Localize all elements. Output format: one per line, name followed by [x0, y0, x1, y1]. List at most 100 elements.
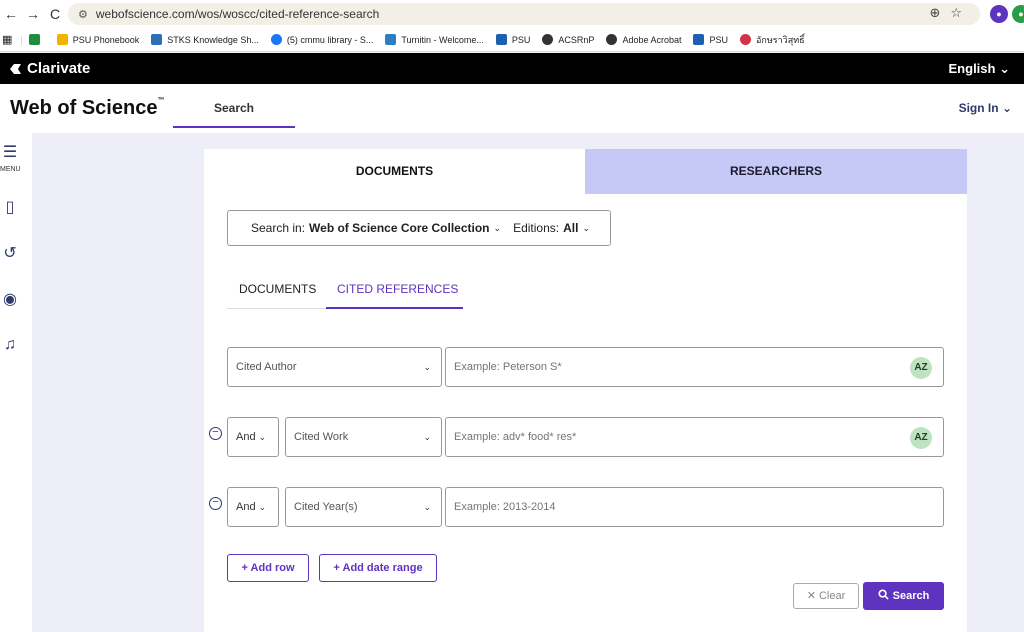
browser-toolbar: ← → C ⚙ webofscience.com/wos/woscc/cited…	[0, 0, 1024, 28]
operator-select[interactable]: And ⌄	[227, 487, 279, 527]
language-label: English	[948, 60, 996, 76]
search-icon	[878, 589, 889, 600]
bookmark-item[interactable]: PSU	[693, 34, 728, 45]
editions-value: All	[563, 221, 579, 235]
site-settings-icon[interactable]: ⚙	[78, 8, 88, 21]
bookmark-icon	[693, 34, 705, 45]
bookmark-label: (5) cmmu library - S...	[286, 34, 374, 45]
sheets-icon	[28, 34, 40, 45]
bookmark-label: ACSRnP	[558, 34, 595, 45]
query-input[interactable]	[445, 417, 944, 457]
bookmark-item[interactable]: Adobe Acrobat	[606, 34, 681, 45]
field-select[interactable]: Cited Year(s) ⌄	[285, 487, 442, 527]
search-card: DOCUMENTS RESEARCHERS Search in: Web of …	[204, 149, 967, 632]
back-button[interactable]: ←	[0, 6, 22, 22]
bookmark-icon	[606, 34, 618, 45]
remove-row-icon[interactable]: −	[209, 497, 222, 510]
url-text: webofscience.com/wos/woscc/cited-referen…	[95, 7, 380, 21]
bookmark-label: PSU Phonebook	[72, 34, 140, 45]
header-search-tab[interactable]: Search	[173, 84, 295, 128]
history-icon[interactable]: ↺	[0, 243, 20, 263]
bookmark-icon	[270, 34, 282, 45]
bookmark-item[interactable]: STKS Knowledge Sh...	[151, 34, 259, 45]
bookmark-icon	[495, 34, 507, 45]
tab-documents[interactable]: DOCUMENTS	[204, 149, 585, 194]
bookmark-icon	[385, 34, 397, 45]
operator-value: And	[236, 431, 256, 443]
address-bar[interactable]: ⚙ webofscience.com/wos/woscc/cited-refer…	[68, 3, 980, 25]
bookmark-icon	[542, 34, 554, 45]
sidebar: ☰ MENU ▯ ↺ ◉ ♫	[0, 133, 32, 632]
search-in-label: Search in:	[251, 221, 306, 235]
bookmark-label: Adobe Acrobat	[622, 34, 682, 45]
bookmark-label: STKS Knowledge Sh...	[167, 34, 259, 45]
bookmark-icon	[151, 34, 163, 45]
alerts-bell-icon[interactable]: ♫	[0, 336, 20, 354]
chevron-down-icon: ⌄	[493, 222, 502, 233]
bookmark-item[interactable]: ACSRnP	[542, 34, 594, 45]
search-button[interactable]: Search	[863, 582, 944, 610]
profile-icon[interactable]: ◉	[0, 289, 20, 309]
bookmark-item[interactable]: อักษราวิสุทธิ์	[740, 33, 805, 47]
menu-icon[interactable]: ☰	[0, 142, 20, 162]
az-index-icon[interactable]: AZ	[910, 357, 932, 379]
bookmark-icon	[56, 34, 68, 45]
wos-header: Web of Science™ Search Sign In ⌄	[0, 84, 1024, 133]
chevron-down-icon: ⌄	[258, 432, 267, 442]
forward-button[interactable]: →	[22, 6, 44, 22]
clear-button[interactable]: ✕ Clear	[793, 583, 859, 609]
chevron-down-icon: ⌄	[423, 502, 431, 512]
field-select-value: Cited Year(s)	[294, 501, 358, 513]
active-subtab-underline	[326, 307, 463, 309]
query-input[interactable]	[445, 347, 944, 387]
operator-value: And	[236, 501, 256, 513]
field-select-value: Cited Author	[236, 361, 297, 373]
chevron-down-icon: ⌄	[1001, 101, 1012, 115]
bookmark-label: อักษราวิสุทธิ์	[756, 34, 805, 45]
profile-icon[interactable]: ●	[1012, 5, 1024, 23]
chevron-down-icon: ⌄	[999, 60, 1010, 76]
subtab-documents[interactable]: DOCUMENTS	[239, 282, 316, 296]
marked-list-icon[interactable]: ▯	[0, 197, 20, 217]
query-row: − And ⌄ Cited Work ⌄ AZ	[204, 417, 967, 457]
bookmark-divider: |	[20, 34, 23, 45]
apps-grid-icon[interactable]: ▦	[2, 33, 12, 46]
search-subtabs: DOCUMENTS CITED REFERENCES	[227, 277, 463, 309]
wos-logo[interactable]: Web of Science™	[10, 97, 164, 120]
chevron-down-icon: ⌄	[258, 502, 267, 512]
reload-button[interactable]: C	[44, 6, 66, 22]
clarivate-bar: Clarivate English ⌄	[0, 53, 1024, 84]
clarivate-logo[interactable]: Clarivate	[9, 60, 90, 77]
bookmark-icon	[740, 34, 751, 45]
sign-in-button[interactable]: Sign In ⌄	[959, 101, 1012, 115]
operator-select[interactable]: And ⌄	[227, 417, 279, 457]
bookmark-item[interactable]: (5) cmmu library - S...	[270, 34, 374, 45]
bookmark-sheets[interactable]	[28, 34, 45, 45]
chevron-down-icon: ⌄	[423, 432, 431, 442]
trademark: ™	[157, 97, 165, 104]
field-select[interactable]: Cited Work ⌄	[285, 417, 442, 457]
query-input[interactable]	[445, 487, 944, 527]
extension-icon[interactable]: ●	[990, 5, 1008, 23]
chevron-down-icon: ⌄	[582, 222, 590, 233]
wos-logo-text: Web of Science	[10, 97, 158, 119]
tab-researchers[interactable]: RESEARCHERS	[585, 149, 967, 194]
query-row: Cited Author ⌄ AZ	[204, 347, 967, 387]
bookmarks-bar: ▦ | PSU Phonebook STKS Knowledge Sh... (…	[0, 28, 1024, 52]
bookmark-label: PSU	[511, 34, 531, 45]
field-select[interactable]: Cited Author ⌄	[227, 347, 442, 387]
subtab-cited-references[interactable]: CITED REFERENCES	[337, 282, 458, 296]
editions-label: Editions:	[513, 221, 560, 235]
add-date-range-button[interactable]: + Add date range	[319, 554, 437, 582]
remove-row-icon[interactable]: −	[209, 427, 222, 440]
collection-value: Web of Science Core Collection	[309, 221, 490, 235]
bookmark-item[interactable]: PSU Phonebook	[56, 34, 140, 45]
search-in-selector[interactable]: Search in: Web of Science Core Collectio…	[227, 210, 611, 246]
bookmark-item[interactable]: PSU	[495, 34, 531, 45]
zoom-and-star-icons[interactable]: ⊕☆	[929, 5, 972, 21]
add-row-button[interactable]: + Add row	[227, 554, 309, 582]
az-index-icon[interactable]: AZ	[910, 427, 932, 449]
bookmark-item[interactable]: Turnitin - Welcome...	[385, 34, 484, 45]
language-selector[interactable]: English ⌄	[949, 61, 1010, 77]
field-select-value: Cited Work	[294, 431, 349, 443]
